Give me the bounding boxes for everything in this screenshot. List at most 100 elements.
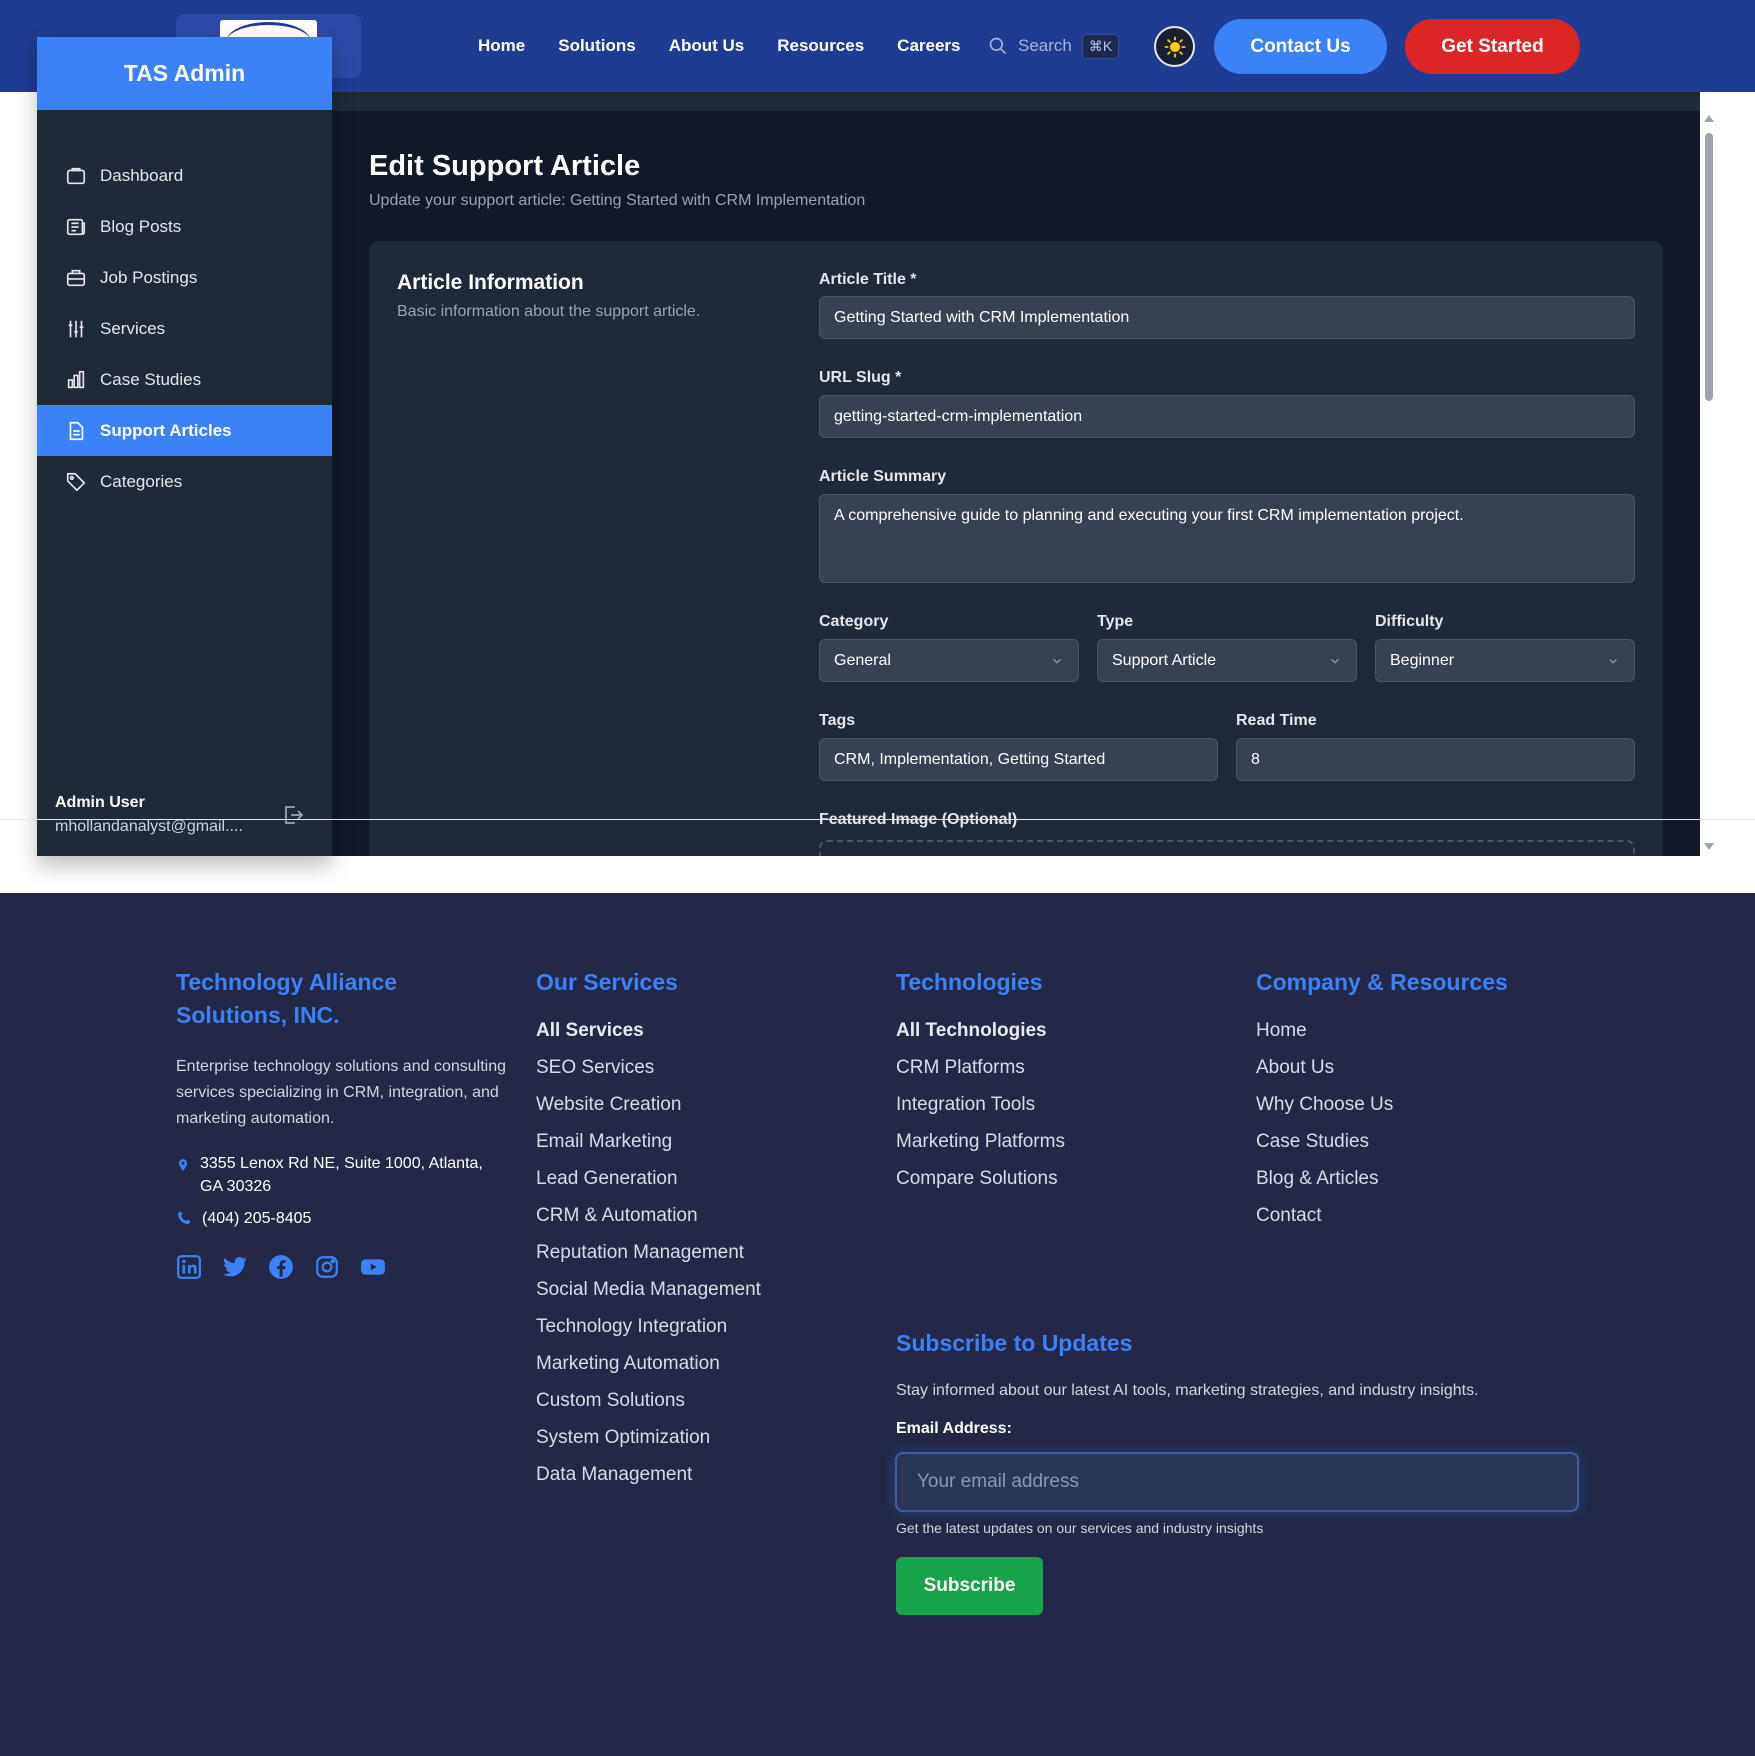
footer-link[interactable]: Reputation Management	[536, 1234, 856, 1271]
main-nav: Home Solutions About Us Resources Career…	[478, 0, 961, 92]
sidebar-item-services[interactable]: Services	[37, 303, 332, 354]
scroll-thumb[interactable]	[1705, 133, 1713, 401]
youtube-icon[interactable]	[360, 1254, 386, 1280]
document-icon	[69, 421, 84, 440]
admin-top-strip	[332, 92, 1700, 111]
footer-company-description: Enterprise technology solutions and cons…	[176, 1058, 506, 1127]
sidebar-item-label: Dashboard	[100, 165, 184, 185]
email-label: Email Address:	[896, 1420, 1012, 1437]
featured-image-dropzone[interactable]	[819, 840, 1635, 856]
url-slug-input[interactable]: getting-started-crm-implementation	[819, 395, 1635, 438]
footer-company-links-title: Company & Resources	[1256, 969, 1508, 995]
featured-image-label: Featured Image (Optional)	[819, 811, 1018, 828]
email-input[interactable]: Your email address	[895, 1452, 1579, 1512]
search-shortcut-badge: ⌘K	[1081, 33, 1120, 59]
scroll-up-arrow-icon[interactable]	[1704, 115, 1714, 122]
footer-link[interactable]: Integration Tools	[896, 1086, 1216, 1123]
social-links	[176, 1254, 506, 1280]
phone-icon	[178, 1211, 191, 1224]
sun-icon	[1163, 35, 1186, 58]
linkedin-icon[interactable]	[176, 1254, 202, 1280]
chevron-down-icon	[1609, 658, 1617, 664]
bar-chart-icon	[67, 370, 85, 388]
footer-link[interactable]: CRM & Automation	[536, 1197, 856, 1234]
article-summary-label: Article Summary	[819, 468, 947, 485]
sidebar-item-label: Categories	[100, 471, 183, 491]
sidebar-item-job-postings[interactable]: Job Postings	[37, 252, 332, 303]
footer-link[interactable]: All Services	[536, 1012, 856, 1049]
sidebar-item-support-articles[interactable]: Support Articles	[37, 405, 332, 456]
footer-link[interactable]: Social Media Management	[536, 1271, 856, 1308]
footer-link[interactable]: Marketing Platforms	[896, 1123, 1216, 1160]
scroll-down-arrow-icon[interactable]	[1704, 843, 1714, 850]
nav-link-careers[interactable]: Careers	[897, 36, 960, 56]
newspaper-icon	[66, 218, 86, 235]
footer-link[interactable]: All Technologies	[896, 1012, 1216, 1049]
user-email: mhollandanalyst@gmail....	[55, 818, 243, 835]
sidebar-item-label: Blog Posts	[100, 216, 182, 236]
nav-link-about-us[interactable]: About Us	[669, 36, 745, 56]
tag-icon	[66, 472, 86, 491]
category-value: General	[834, 651, 891, 669]
facebook-icon[interactable]	[268, 1254, 294, 1280]
twitter-icon[interactable]	[222, 1254, 248, 1280]
footer-link[interactable]: Technology Integration	[536, 1308, 856, 1345]
article-summary-textarea[interactable]: A comprehensive guide to planning and ex…	[819, 494, 1635, 583]
type-label: Type	[1097, 613, 1134, 630]
footer-company-links-list: Home About Us Why Choose Us Case Studies Blo…	[1256, 1012, 1576, 1234]
theme-toggle-button[interactable]	[1154, 26, 1195, 67]
sliders-icon	[68, 320, 84, 337]
instagram-icon[interactable]	[314, 1254, 340, 1280]
footer-phone[interactable]: (404) 205-8405	[176, 1207, 506, 1230]
footer-link[interactable]: Email Marketing	[536, 1123, 856, 1160]
footer-link[interactable]: Blog & Articles	[1256, 1160, 1576, 1197]
type-select[interactable]: Support Article	[1097, 639, 1357, 682]
footer-link[interactable]: Data Management	[536, 1456, 856, 1493]
footer-link[interactable]: About Us	[1256, 1049, 1576, 1086]
nav-link-resources[interactable]: Resources	[777, 36, 864, 56]
difficulty-label: Difficulty	[1375, 613, 1444, 630]
footer-link[interactable]: Why Choose Us	[1256, 1086, 1576, 1123]
subscribe-button[interactable]: Subscribe	[896, 1557, 1043, 1615]
nav-link-solutions[interactable]: Solutions	[558, 36, 635, 56]
difficulty-select[interactable]: Beginner	[1375, 639, 1635, 682]
user-name: Admin User	[55, 794, 145, 811]
footer-technologies-list: All Technologies CRM Platforms Integration…	[896, 1012, 1216, 1197]
footer-link[interactable]: Home	[1256, 1012, 1576, 1049]
subscribe-title: Subscribe to Updates	[896, 1330, 1133, 1356]
logout-icon[interactable]	[281, 803, 305, 827]
footer-link[interactable]: Compare Solutions	[896, 1160, 1216, 1197]
nav-link-home[interactable]: Home	[478, 36, 525, 56]
footer-link[interactable]: System Optimization	[536, 1419, 856, 1456]
sidebar-item-case-studies[interactable]: Case Studies	[37, 354, 332, 405]
footer-company-name: Technology Alliance Solutions, INC.	[176, 969, 398, 1028]
sidebar-item-categories[interactable]: Categories	[37, 456, 332, 507]
footer-link[interactable]: Case Studies	[1256, 1123, 1576, 1160]
footer-link[interactable]: SEO Services	[536, 1049, 856, 1086]
footer-link[interactable]: Marketing Automation	[536, 1345, 856, 1382]
category-label: Category	[819, 613, 889, 630]
tags-input[interactable]: CRM, Implementation, Getting Started	[819, 738, 1218, 781]
sidebar-item-dashboard[interactable]: Dashboard	[37, 150, 332, 201]
footer-technologies-column: Technologies All Technologies CRM Platfor…	[896, 966, 1216, 1197]
read-time-input[interactable]: 8	[1236, 738, 1635, 781]
subscribe-section: Subscribe to Updates Stay informed about…	[896, 1327, 1596, 1438]
get-started-button[interactable]: Get Started	[1405, 19, 1580, 74]
sidebar-item-blog-posts[interactable]: Blog Posts	[37, 201, 332, 252]
section-title: Article Information	[397, 271, 584, 294]
footer-link[interactable]: CRM Platforms	[896, 1049, 1216, 1086]
footer-technologies-title: Technologies	[896, 969, 1043, 995]
email-hint: Get the latest updates on our services a…	[896, 1520, 1264, 1536]
contact-us-button[interactable]: Contact Us	[1214, 19, 1387, 74]
footer-link[interactable]: Lead Generation	[536, 1160, 856, 1197]
admin-sidebar: TAS Admin Dashboard Blog Posts Job Posti…	[37, 37, 332, 856]
footer-link[interactable]: Contact	[1256, 1197, 1576, 1234]
scrollbar[interactable]	[1700, 111, 1718, 856]
category-select[interactable]: General	[819, 639, 1079, 682]
search-trigger[interactable]: Search ⌘K	[988, 32, 1120, 60]
search-placeholder: Search	[1018, 36, 1072, 55]
footer-link[interactable]: Website Creation	[536, 1086, 856, 1123]
article-title-input[interactable]: Getting Started with CRM Implementation	[819, 296, 1635, 339]
footer-link[interactable]: Custom Solutions	[536, 1382, 856, 1419]
footer-company-column: Technology Alliance Solutions, INC. Ente…	[176, 966, 506, 1280]
